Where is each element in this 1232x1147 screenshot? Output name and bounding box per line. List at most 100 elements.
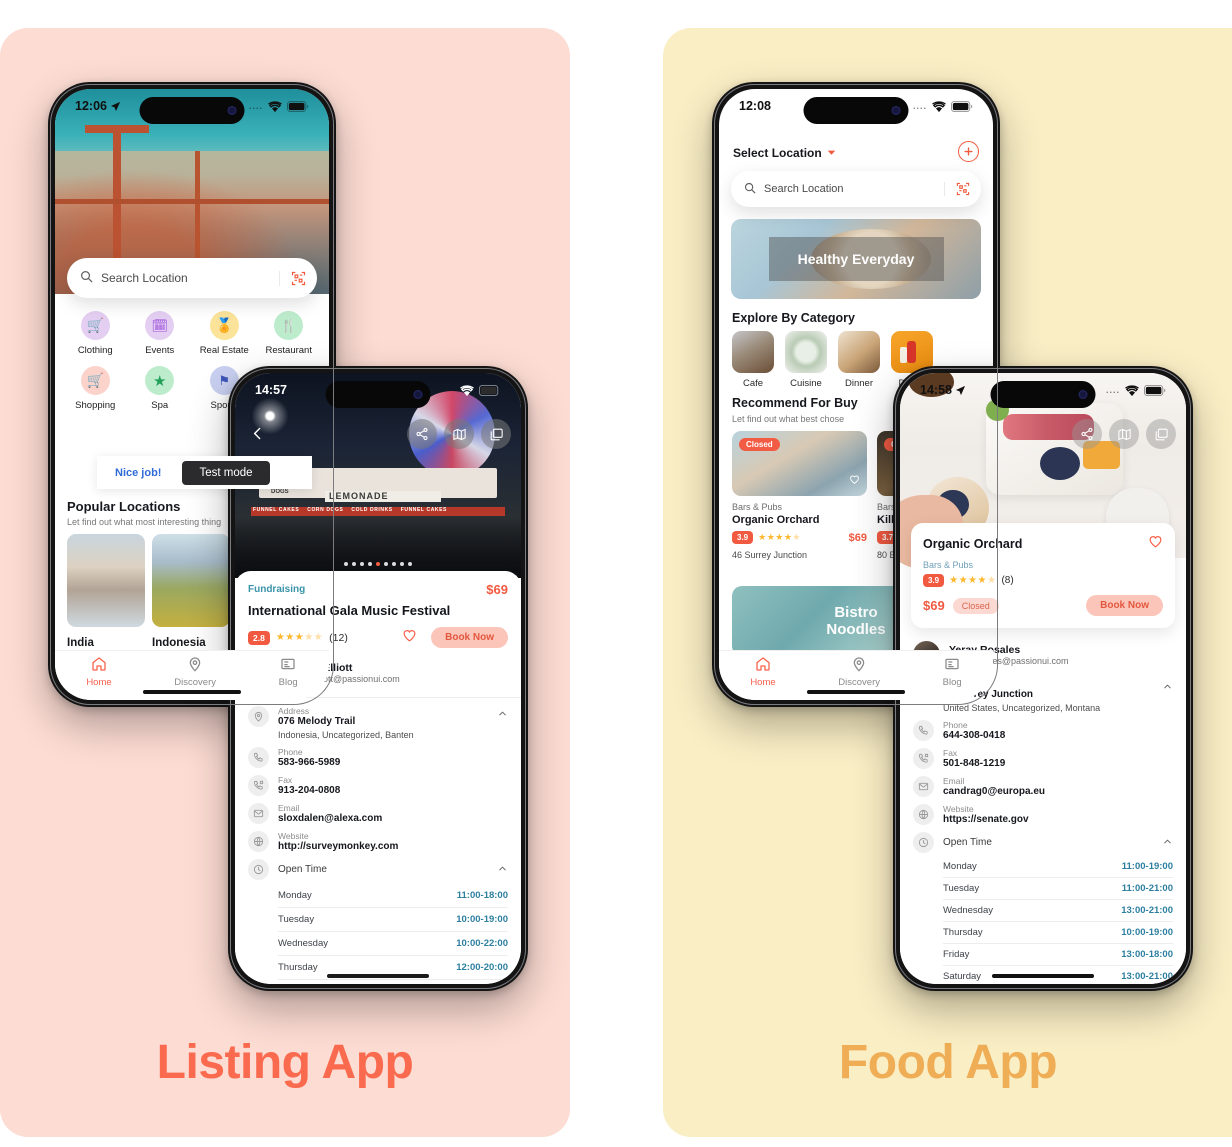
promo-banner[interactable]: Healthy Everyday: [731, 219, 981, 299]
category-real-estate[interactable]: 🏅 Real Estate: [192, 311, 257, 356]
home-icon: [756, 656, 770, 671]
info-address[interactable]: Address 076 Melody Trail: [248, 706, 508, 727]
caret-down-icon: [827, 144, 836, 162]
cutlery-icon: 🍴: [274, 311, 304, 340]
hours-day: Wednesday: [278, 938, 328, 949]
open-time-label: Open Time: [278, 864, 327, 875]
dynamic-island: [325, 381, 431, 408]
wifi-icon: [460, 384, 474, 396]
hours-day: Monday: [943, 861, 977, 872]
back-button[interactable]: [249, 425, 266, 447]
status-signal-dots: ....: [912, 101, 927, 111]
nav-blog[interactable]: Blog: [943, 656, 962, 688]
nav-home[interactable]: Home: [750, 656, 776, 688]
detail-price: $69: [486, 582, 508, 597]
info-phone[interactable]: Phone 644-308-0418: [913, 720, 1173, 741]
home-indicator: [992, 974, 1094, 978]
search-input[interactable]: Search Location: [101, 271, 279, 285]
info-phone[interactable]: Phone 583-966-5989: [248, 747, 508, 768]
promo-line-2: Noodles: [826, 621, 886, 638]
heart-outline-icon[interactable]: [849, 472, 860, 490]
nav-discovery[interactable]: Discovery: [174, 656, 216, 688]
nav-home[interactable]: Home: [86, 656, 112, 688]
category-label: Clothing: [77, 345, 113, 356]
food-category-cafe[interactable]: Cafe: [732, 331, 774, 389]
open-time-header[interactable]: Open Time: [248, 859, 508, 880]
chevron-up-icon[interactable]: [497, 706, 508, 724]
hours-time: 11:00-19:00: [1121, 861, 1173, 872]
category-shopping[interactable]: 🛒 Shopping: [63, 366, 128, 411]
food-category-dinner[interactable]: Dinner: [838, 331, 880, 389]
category-label: Cuisine: [790, 378, 822, 389]
search-location-bar[interactable]: Search Location: [731, 171, 981, 207]
hours-day: Tuesday: [943, 883, 980, 894]
book-now-button[interactable]: Book Now: [1086, 595, 1163, 616]
open-time-header[interactable]: Open Time: [913, 832, 1173, 853]
food-category-cuisine[interactable]: Cuisine: [785, 331, 827, 389]
chevron-up-icon[interactable]: [1162, 679, 1173, 697]
share-icon[interactable]: [1072, 419, 1102, 449]
cafe-thumb: [732, 331, 774, 373]
gallery-icon[interactable]: [1146, 419, 1176, 449]
review-count: (12): [329, 631, 348, 644]
info-website[interactable]: Website http://surveymonkey.com: [248, 831, 508, 852]
nav-blog[interactable]: Blog: [279, 656, 298, 688]
info-email[interactable]: Email sloxdalen@alexa.com: [248, 803, 508, 824]
search-location-bar[interactable]: Search Location: [67, 258, 317, 298]
add-location-button[interactable]: [958, 141, 979, 162]
category-spa[interactable]: ★ Spa: [128, 366, 193, 411]
article-icon: [281, 658, 295, 669]
card-address: 46 Surrey Junction: [732, 550, 808, 560]
info-email[interactable]: Email candrag0@europa.eu: [913, 776, 1173, 797]
info-label: Email: [943, 776, 965, 786]
hours-time: 11:00-18:00: [456, 890, 508, 901]
chevron-up-icon[interactable]: [497, 861, 508, 879]
location-card-image[interactable]: [152, 534, 230, 627]
status-time: 12:06: [75, 99, 107, 113]
chevron-up-icon[interactable]: [1162, 834, 1173, 852]
hours-day: Wednesday: [943, 905, 993, 916]
book-now-button[interactable]: Book Now: [431, 627, 508, 648]
hours-day: Friday: [943, 949, 970, 960]
info-label: Phone: [943, 720, 968, 730]
info-website[interactable]: Website https://senate.gov: [913, 804, 1173, 825]
battery-icon: [479, 384, 501, 396]
clothing-icon: 🛒: [80, 311, 110, 340]
gallery-icon[interactable]: [481, 419, 511, 449]
recommend-title: Recommend For Buy: [732, 396, 858, 410]
info-fax[interactable]: Fax 501-848-1219: [913, 748, 1173, 769]
open-hours-table: Monday 11:00-18:00 Tuesday 10:00-19:00 Wed…: [278, 884, 508, 984]
share-icon[interactable]: [407, 419, 437, 449]
card-name: Organic Orchard: [732, 514, 820, 526]
globe-icon: [248, 831, 269, 852]
category-events[interactable]: 🗓 Events: [128, 311, 193, 356]
nav-label: Home: [86, 676, 112, 688]
calendar-icon: 🗓: [145, 311, 175, 340]
map-icon[interactable]: [444, 419, 474, 449]
nav-discovery[interactable]: Discovery: [838, 656, 880, 688]
map-icon[interactable]: [1109, 419, 1139, 449]
recommend-card[interactable]: Closed Bars & Pubs Organic Orchard 3.9 ★…: [732, 431, 867, 560]
location-card-image[interactable]: [67, 534, 145, 627]
card-category: Bars & Pubs: [923, 560, 974, 570]
rating-stars: ★★★★★: [275, 632, 324, 643]
search-input[interactable]: Search Location: [764, 183, 944, 195]
select-location-label: Select Location: [733, 146, 822, 160]
select-location-button[interactable]: Select Location: [733, 144, 836, 162]
category-label: Events: [145, 345, 175, 356]
category-label: Restaurant: [265, 345, 312, 356]
hours-time: 12:00-20:00: [456, 962, 508, 973]
favorite-heart-icon[interactable]: [402, 628, 417, 648]
home-icon: [92, 656, 106, 671]
category-clothing[interactable]: 🛒 Clothing: [63, 311, 128, 356]
info-value: https://senate.gov: [943, 814, 1029, 825]
info-value: 583-966-5989: [278, 757, 341, 768]
clock-icon: [248, 859, 269, 880]
category-restaurant[interactable]: 🍴 Restaurant: [257, 311, 322, 356]
detail-carousel-dots[interactable]: [344, 562, 412, 566]
favorite-heart-icon[interactable]: [1148, 534, 1163, 554]
info-fax[interactable]: Fax 913-204-0808: [248, 775, 508, 796]
qr-scan-icon[interactable]: [944, 182, 970, 196]
qr-scan-icon[interactable]: [279, 270, 306, 286]
toast-nice-label: Nice job!: [115, 466, 162, 479]
